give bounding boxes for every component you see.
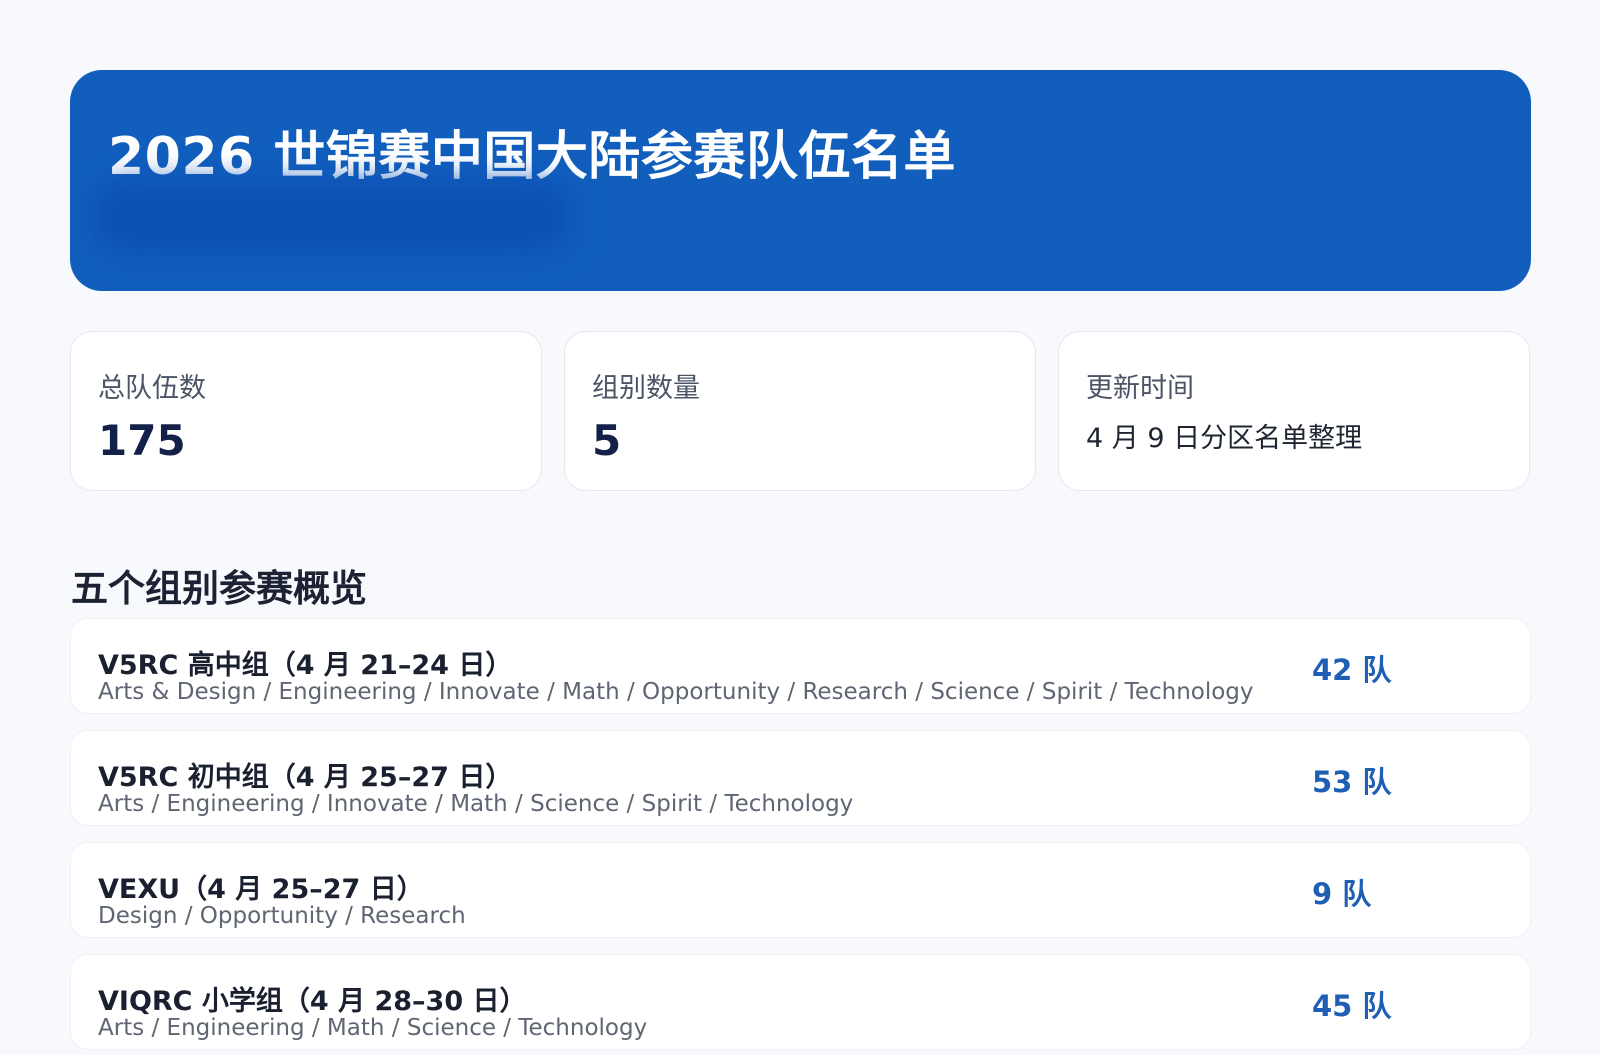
group-name: V5RC 初中组（4 月 25–27 日） — [98, 762, 513, 793]
stat-value: 5 — [592, 416, 622, 465]
group-name: V5RC 高中组（4 月 21–24 日） — [98, 650, 513, 681]
stat-label: 更新时间 — [1086, 373, 1194, 404]
stat-card-group-count: 组别数量 5 — [564, 331, 1036, 491]
hero-subtitle-redacted — [92, 182, 572, 252]
group-categories: Arts / Engineering / Innovate / Math / S… — [98, 791, 854, 817]
group-team-count: 45 队 — [1312, 989, 1392, 1023]
group-categories: Arts / Engineering / Math / Science / Te… — [98, 1015, 648, 1041]
group-row-viqrc-elementary[interactable]: VIQRC 小学组（4 月 28–30 日） Arts / Engineerin… — [70, 954, 1531, 1050]
group-team-count: 9 队 — [1312, 877, 1372, 911]
section-title: 五个组别参赛概览 — [71, 567, 367, 610]
stat-value: 175 — [98, 416, 186, 465]
stat-card-total-teams: 总队伍数 175 — [70, 331, 542, 491]
group-row-vexu[interactable]: VEXU（4 月 25–27 日） Design / Opportunity /… — [70, 842, 1531, 938]
group-categories: Design / Opportunity / Research — [98, 903, 466, 929]
stat-value: 4 月 9 日分区名单整理 — [1086, 423, 1363, 454]
hero-banner: 2026 世锦赛中国大陆参赛队伍名单 — [70, 70, 1531, 291]
stat-card-update-time: 更新时间 4 月 9 日分区名单整理 — [1058, 331, 1530, 491]
group-row-v5rc-middle-school[interactable]: V5RC 初中组（4 月 25–27 日） Arts / Engineering… — [70, 730, 1531, 826]
group-name: VIQRC 小学组（4 月 28–30 日） — [98, 986, 527, 1017]
group-categories: Arts & Design / Engineering / Innovate /… — [98, 679, 1254, 705]
page-title: 2026 世锦赛中国大陆参赛队伍名单 — [108, 127, 956, 187]
stat-label: 组别数量 — [592, 373, 700, 404]
group-name: VEXU（4 月 25–27 日） — [98, 874, 424, 905]
stat-label: 总队伍数 — [98, 373, 206, 404]
group-team-count: 53 队 — [1312, 765, 1392, 799]
group-row-v5rc-high-school[interactable]: V5RC 高中组（4 月 21–24 日） Arts & Design / En… — [70, 618, 1531, 714]
group-team-count: 42 队 — [1312, 653, 1392, 687]
